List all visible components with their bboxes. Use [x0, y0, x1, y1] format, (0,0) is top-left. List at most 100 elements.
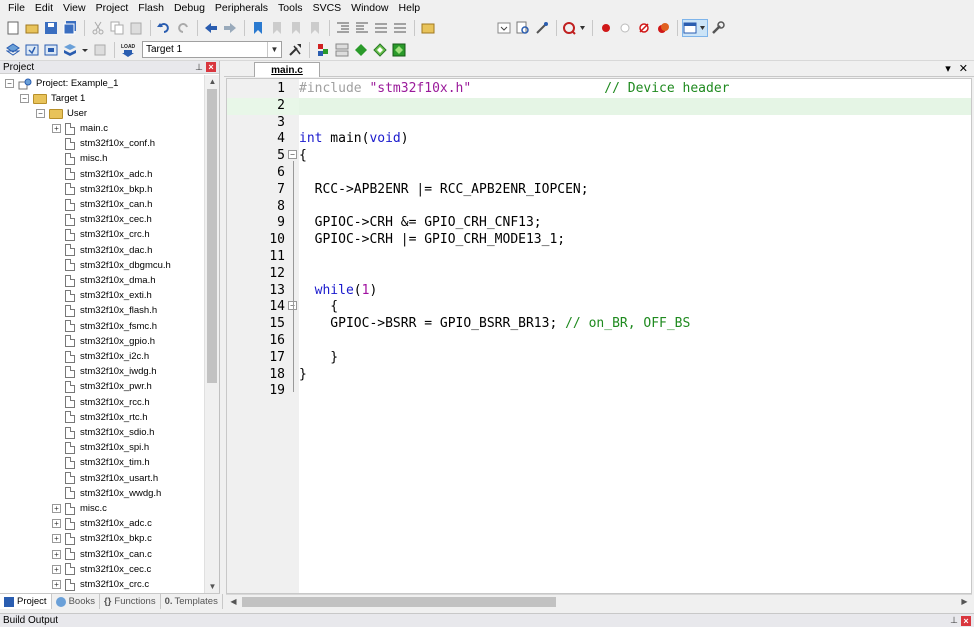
close-tab-icon[interactable]: ✕: [959, 62, 968, 75]
incremental-find-icon[interactable]: [533, 19, 551, 37]
expand-icon[interactable]: +: [52, 124, 61, 133]
tree-project[interactable]: − Project: Example_1: [5, 76, 118, 91]
tree-file[interactable]: + misc.c: [52, 501, 107, 516]
indent-icon[interactable]: [334, 19, 352, 37]
tree-file[interactable]: + main.c: [52, 121, 108, 136]
cut-icon[interactable]: [89, 19, 107, 37]
tree-file[interactable]: + stm32f10x_crc.c: [52, 577, 149, 592]
tree-scroll-thumb[interactable]: [207, 89, 217, 383]
menu-flash[interactable]: Flash: [133, 0, 169, 17]
menu-debug[interactable]: Debug: [169, 0, 210, 17]
tree-scrollbar[interactable]: ▲ ▼: [204, 75, 219, 593]
scroll-up-icon[interactable]: ▲: [205, 75, 220, 88]
menu-peripherals[interactable]: Peripherals: [210, 0, 273, 17]
tree-target[interactable]: − Target 1: [20, 91, 85, 106]
expand-icon[interactable]: +: [52, 504, 61, 513]
pack-installer-icon[interactable]: [371, 41, 389, 59]
scroll-down-icon[interactable]: ▼: [205, 580, 220, 593]
code-line[interactable]: 13 while(1): [227, 283, 971, 300]
code-line[interactable]: 18}: [227, 367, 971, 384]
code-line[interactable]: 19: [227, 383, 971, 400]
menu-file[interactable]: File: [3, 0, 30, 17]
code-line[interactable]: 7 RCC->APB2ENR |= RCC_APB2ENR_IOPCEN;: [227, 182, 971, 199]
editor-horizontal-scrollbar[interactable]: ◀ ▶: [226, 594, 972, 608]
target-select[interactable]: Target 1 ▼: [142, 41, 282, 58]
tree-file[interactable]: + stm32f10x_adc.c: [52, 516, 152, 531]
select-packs-icon[interactable]: [333, 41, 351, 59]
tab-books[interactable]: Books: [52, 594, 100, 609]
bookmark-icon[interactable]: [249, 19, 267, 37]
build-pin-icon[interactable]: ⊥: [950, 615, 958, 626]
new-file-icon[interactable]: [4, 19, 22, 37]
prev-bookmark-icon[interactable]: [268, 19, 286, 37]
tree-file[interactable]: stm32f10x_gpio.h: [52, 334, 155, 349]
tree-file[interactable]: stm32f10x_dma.h: [52, 273, 156, 288]
debug-session-icon[interactable]: [561, 19, 587, 37]
dropdown-icon[interactable]: [495, 19, 513, 37]
software-packs-icon[interactable]: [390, 41, 408, 59]
code-line[interactable]: 10 GPIOC->CRH |= GPIO_CRH_MODE13_1;: [227, 232, 971, 249]
code-line[interactable]: 17 }: [227, 350, 971, 367]
open-folder-icon[interactable]: [23, 19, 41, 37]
tree-file[interactable]: stm32f10x_adc.h: [52, 167, 152, 182]
translate-icon[interactable]: [4, 41, 22, 59]
tree-file[interactable]: stm32f10x_conf.h: [52, 136, 155, 151]
code-line[interactable]: 16: [227, 333, 971, 350]
tree-file[interactable]: stm32f10x_bkp.h: [52, 182, 152, 197]
tree-file[interactable]: stm32f10x_spi.h: [52, 440, 149, 455]
uncomment-icon[interactable]: [391, 19, 409, 37]
copy-icon[interactable]: [108, 19, 126, 37]
menu-edit[interactable]: Edit: [30, 0, 58, 17]
tree-file[interactable]: stm32f10x_cec.h: [52, 212, 152, 227]
menu-help[interactable]: Help: [394, 0, 426, 17]
code-line[interactable]: 3: [227, 115, 971, 132]
tree-file[interactable]: stm32f10x_dbgmcu.h: [52, 258, 171, 273]
download-icon[interactable]: LOAD: [119, 41, 137, 59]
clear-bookmarks-icon[interactable]: [306, 19, 324, 37]
expand-icon[interactable]: +: [52, 549, 61, 559]
code-line[interactable]: 2: [227, 97, 971, 115]
tree-file[interactable]: + stm32f10x_bkp.c: [52, 531, 152, 546]
code-line[interactable]: 1 #include "stm32f10x.h" // Device header: [227, 81, 971, 98]
code-line[interactable]: 15 GPIOC->BSRR = GPIO_BSRR_BR13; // on_B…: [227, 316, 971, 333]
code-line[interactable]: 12: [227, 266, 971, 283]
save-all-icon[interactable]: [61, 19, 79, 37]
fold-icon[interactable]: −: [288, 150, 297, 160]
tree-file[interactable]: stm32f10x_can.h: [52, 197, 152, 212]
code-line[interactable]: 11: [227, 249, 971, 266]
tree-file[interactable]: + stm32f10x_cec.c: [52, 562, 151, 577]
tree-file[interactable]: stm32f10x_tim.h: [52, 455, 150, 470]
tree-file[interactable]: stm32f10x_flash.h: [52, 303, 157, 318]
manage-project-items-icon[interactable]: [314, 41, 332, 59]
expand-icon[interactable]: +: [52, 519, 61, 529]
scroll-left-icon[interactable]: ◀: [226, 595, 241, 608]
tree-file[interactable]: stm32f10x_usart.h: [52, 471, 158, 486]
redo-icon[interactable]: [174, 19, 192, 37]
menu-window[interactable]: Window: [346, 0, 393, 17]
undo-icon[interactable]: [155, 19, 173, 37]
batch-dropdown-icon[interactable]: [80, 41, 90, 59]
pin-icon[interactable]: ⊥: [195, 62, 203, 73]
tab-templates[interactable]: 0. Templates: [161, 594, 223, 609]
tree-file[interactable]: stm32f10x_rtc.h: [52, 410, 148, 425]
tree-file[interactable]: stm32f10x_dac.h: [52, 243, 152, 258]
tree-file[interactable]: stm32f10x_exti.h: [52, 288, 152, 303]
next-bookmark-icon[interactable]: [287, 19, 305, 37]
expand-icon[interactable]: +: [52, 534, 61, 544]
kill-all-breakpoints-icon[interactable]: [654, 19, 672, 37]
tree-file[interactable]: stm32f10x_iwdg.h: [52, 364, 157, 379]
expand-icon[interactable]: +: [52, 564, 61, 574]
rebuild-icon[interactable]: [42, 41, 60, 59]
menu-project[interactable]: Project: [91, 0, 134, 17]
code-line[interactable]: 8: [227, 199, 971, 216]
code-line[interactable]: 4 int main(void): [227, 131, 971, 148]
expand-icon[interactable]: +: [52, 580, 61, 589]
menu-tools[interactable]: Tools: [273, 0, 308, 17]
configure-icon[interactable]: [709, 19, 727, 37]
disable-breakpoint-icon[interactable]: [616, 19, 634, 37]
navigate-back-icon[interactable]: [202, 19, 220, 37]
build-close-icon[interactable]: ×: [961, 615, 971, 626]
close-icon[interactable]: ×: [206, 62, 216, 72]
tree-file[interactable]: + stm32f10x_can.c: [52, 547, 152, 562]
breakpoint-icon[interactable]: [597, 19, 615, 37]
